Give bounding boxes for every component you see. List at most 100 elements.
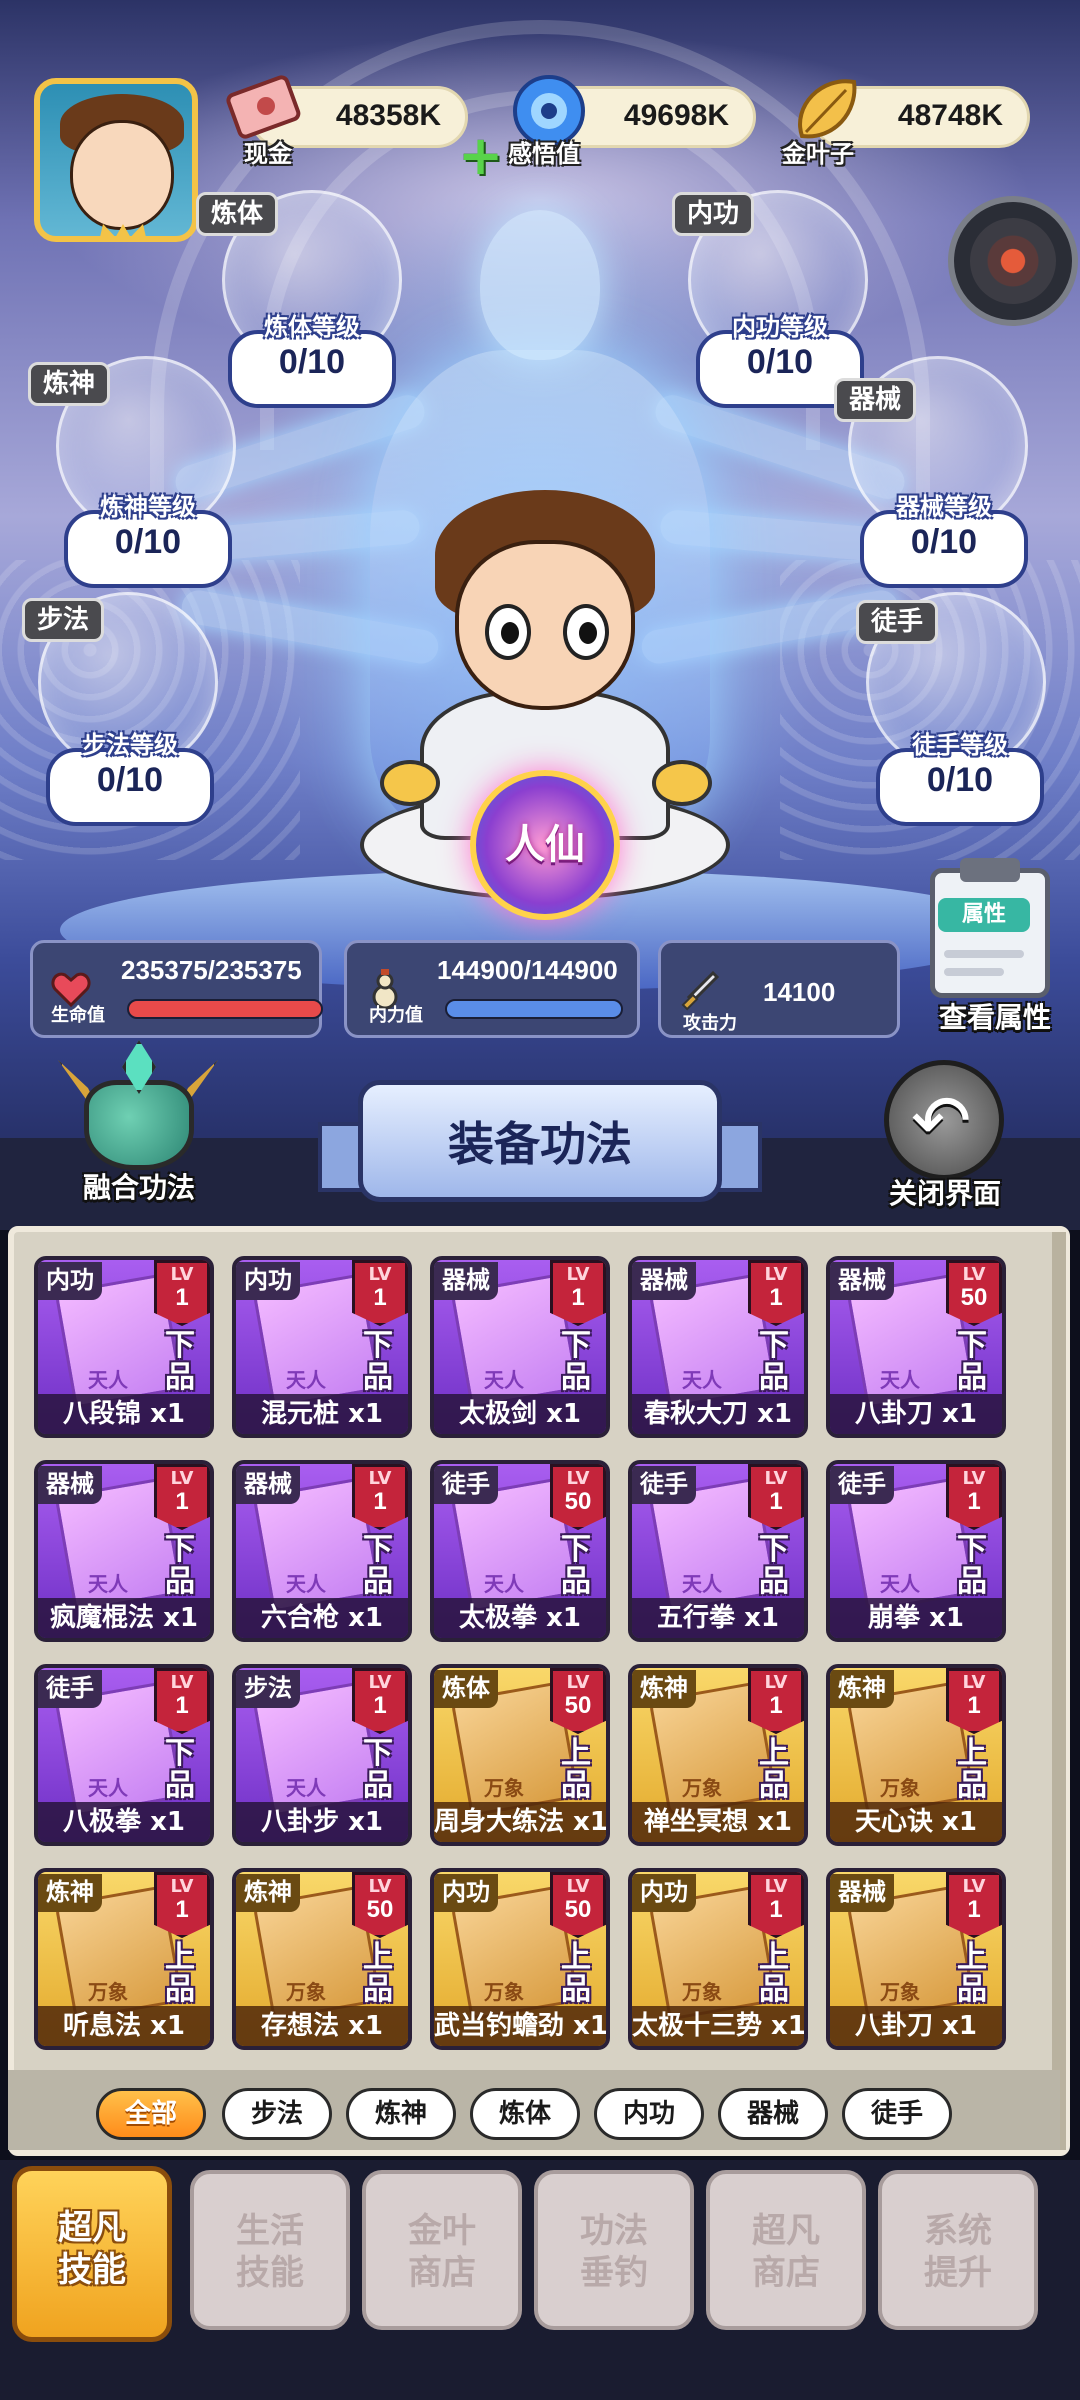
hp-bar: [127, 999, 323, 1019]
level-bufa: 步法等级 0/10: [46, 731, 214, 826]
skill-name: 存想法 x1: [236, 2006, 408, 2046]
realm-badge: 人仙: [470, 770, 620, 920]
filter-button[interactable]: 炼体: [470, 2088, 580, 2140]
fuse-skills-label: 融合功法: [82, 1171, 195, 1204]
skill-type-tag: 徒手: [632, 1466, 696, 1504]
insight-value: 49698K: [623, 99, 729, 132]
skill-card[interactable]: 天人 下品 器械 LV 1 太极剑 x1: [430, 1256, 610, 1438]
grade-label: 上品: [363, 1940, 393, 2007]
skill-card[interactable]: 天人 下品 器械 LV 1 六合枪 x1: [232, 1460, 412, 1642]
skill-card[interactable]: 天人 下品 徒手 LV 50 太极拳 x1: [430, 1460, 610, 1642]
level-tag: LV 1: [154, 1668, 210, 1734]
filter-button[interactable]: 步法: [222, 2088, 332, 2140]
skill-card[interactable]: 万象 上品 器械 LV 1 八卦刀 x1: [826, 1868, 1006, 2050]
skill-card[interactable]: 天人 下品 徒手 LV 1 崩拳 x1: [826, 1460, 1006, 1642]
bottom-tab[interactable]: 金叶 商店: [362, 2170, 522, 2330]
sword-icon: [681, 970, 720, 1011]
skill-type-tag: 内功: [434, 1874, 498, 1912]
filter-button[interactable]: 炼神: [346, 2088, 456, 2140]
tab-label-line1: 功法: [580, 2211, 648, 2251]
mp-bar: [445, 999, 623, 1019]
add-currency-icon[interactable]: +: [458, 124, 503, 187]
grade-label: 下品: [561, 1328, 591, 1395]
skill-card[interactable]: 天人 下品 器械 LV 1 疯魔棍法 x1: [34, 1460, 214, 1642]
tag-bufa: 步法: [22, 598, 105, 642]
skill-card[interactable]: 天人 下品 器械 LV 50 八卦刀 x1: [826, 1256, 1006, 1438]
skill-name: 太极剑 x1: [434, 1394, 606, 1434]
book-title: 天人: [880, 1572, 920, 1596]
skill-card[interactable]: 天人 下品 徒手 LV 1 八极拳 x1: [34, 1664, 214, 1846]
filter-button[interactable]: 全部: [96, 2088, 206, 2140]
book-title: 天人: [286, 1776, 326, 1800]
gold-leaf-label: 金叶子: [782, 140, 854, 168]
cash-label: 现金: [244, 140, 292, 168]
level-tag: LV 50: [550, 1464, 606, 1530]
skill-name: 听息法 x1: [38, 2006, 210, 2046]
grade-label: 下品: [957, 1328, 987, 1395]
skill-type-tag: 内功: [236, 1262, 300, 1300]
tag-lianshen: 炼神: [28, 362, 111, 406]
attack-stat: 14100 攻击力: [658, 940, 900, 1038]
panel-title: 装备功法: [448, 1117, 632, 1171]
skill-card[interactable]: 万象 上品 炼神 LV 1 听息法 x1: [34, 1868, 214, 2050]
skill-card[interactable]: 万象 上品 炼神 LV 1 禅坐冥想 x1: [628, 1664, 808, 1846]
tab-label-line2: 垂钓: [580, 2253, 648, 2293]
bottom-tab[interactable]: 生活 技能: [190, 2170, 350, 2330]
skill-card[interactable]: 天人 下品 器械 LV 1 春秋大刀 x1: [628, 1256, 808, 1438]
grade-label: 下品: [165, 1736, 195, 1803]
skill-card[interactable]: 天人 下品 内功 LV 1 混元桩 x1: [232, 1256, 412, 1438]
skill-name: 八卦步 x1: [236, 1802, 408, 1842]
tab-label-line2: 提升: [924, 2253, 992, 2293]
book-title: 万象: [880, 1776, 920, 1800]
filter-button[interactable]: 内功: [594, 2088, 704, 2140]
grade-label: 下品: [363, 1328, 393, 1395]
filter-button[interactable]: 器械: [718, 2088, 828, 2140]
level-tag: LV 1: [748, 1260, 804, 1326]
book-title: 万象: [682, 1776, 722, 1800]
bottom-tab[interactable]: 功法 垂钓: [534, 2170, 694, 2330]
level-qixie: 器械等级 0/10: [860, 493, 1028, 588]
hp-value: 235375/235375: [121, 955, 302, 985]
radar-icon[interactable]: [948, 196, 1078, 326]
view-attributes-button[interactable]: 属性 查看属性: [920, 858, 1062, 1038]
close-button[interactable]: ↶: [884, 1060, 1004, 1180]
skill-type-tag: 器械: [632, 1262, 696, 1300]
skill-card[interactable]: 万象 上品 内功 LV 1 太极十三势 x1: [628, 1868, 808, 2050]
skill-type-tag: 器械: [236, 1466, 300, 1504]
level-tag: LV 50: [550, 1668, 606, 1734]
book-title: 万象: [880, 1980, 920, 2004]
skill-name: 武当钓蟾劲 x1: [434, 2006, 606, 2046]
grade-label: 下品: [759, 1532, 789, 1599]
skill-name: 疯魔棍法 x1: [38, 1598, 210, 1638]
gold-leaf-value: 48748K: [897, 99, 1003, 132]
skill-name: 太极拳 x1: [434, 1598, 606, 1638]
skill-type-tag: 炼神: [38, 1874, 102, 1912]
skill-card[interactable]: 天人 下品 内功 LV 1 八段锦 x1: [34, 1256, 214, 1438]
attack-label: 攻击力: [683, 1013, 737, 1034]
skill-type-tag: 器械: [434, 1262, 498, 1300]
return-arrow-icon: ↶: [911, 1079, 972, 1163]
tab-label-line2: 技能: [58, 2250, 126, 2290]
skill-type-tag: 炼体: [434, 1670, 498, 1708]
book-title: 万象: [484, 1980, 524, 2004]
bottom-tab[interactable]: 系统 提升: [878, 2170, 1038, 2330]
tab-label-line2: 技能: [236, 2253, 304, 2293]
book-title: 万象: [682, 1980, 722, 2004]
skill-card[interactable]: 天人 下品 步法 LV 1 八卦步 x1: [232, 1664, 412, 1846]
bottom-tab[interactable]: 超凡 商店: [706, 2170, 866, 2330]
tab-label-line1: 金叶: [408, 2211, 476, 2251]
skill-card[interactable]: 万象 上品 炼神 LV 50 存想法 x1: [232, 1868, 412, 2050]
book-title: 万象: [286, 1980, 326, 2004]
bottom-tab[interactable]: 超凡 技能: [12, 2166, 172, 2342]
tab-label-line1: 系统: [924, 2211, 992, 2251]
player-avatar[interactable]: [34, 78, 198, 242]
filter-button[interactable]: 徒手: [842, 2088, 952, 2140]
skill-card[interactable]: 万象 上品 内功 LV 50 武当钓蟾劲 x1: [430, 1868, 610, 2050]
skill-type-tag: 炼神: [632, 1670, 696, 1708]
skill-card[interactable]: 天人 下品 徒手 LV 1 五行拳 x1: [628, 1460, 808, 1642]
skill-name: 八段锦 x1: [38, 1394, 210, 1434]
skill-card[interactable]: 万象 上品 炼体 LV 50 周身大练法 x1: [430, 1664, 610, 1846]
skill-card[interactable]: 万象 上品 炼神 LV 1 天心诀 x1: [826, 1664, 1006, 1846]
fuse-skills-button[interactable]: 融合功法: [58, 1040, 218, 1210]
grade-label: 上品: [759, 1940, 789, 2007]
